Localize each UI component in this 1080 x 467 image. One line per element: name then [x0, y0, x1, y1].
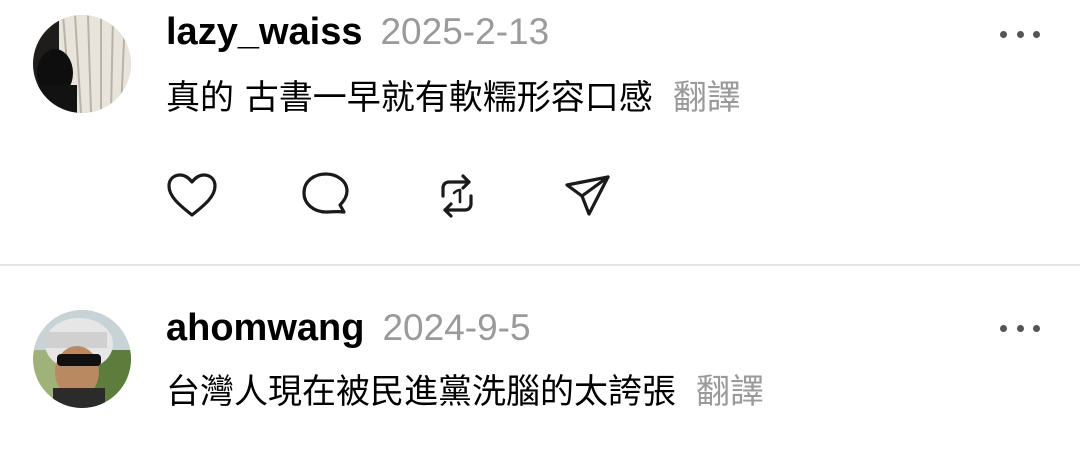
username-text[interactable]: ahomwang: [166, 307, 364, 349]
post-text: 真的 古書一早就有軟糯形容口感: [166, 78, 653, 118]
avatar-image: [33, 15, 131, 113]
timestamp: 2025-2-13: [380, 11, 550, 52]
username[interactable]: ahomwang 2024-9-5: [166, 307, 531, 349]
share-icon: [565, 175, 610, 216]
avatar[interactable]: [33, 310, 131, 408]
username[interactable]: lazy_waiss 2025-2-13: [166, 11, 550, 53]
username-text[interactable]: lazy_waiss: [166, 11, 362, 53]
more-options-icon[interactable]: [1000, 24, 1040, 44]
timestamp: 2024-9-5: [382, 307, 531, 348]
share-button[interactable]: [562, 172, 614, 220]
more-options-icon[interactable]: [1000, 318, 1040, 338]
avatar[interactable]: [33, 15, 131, 113]
heart-icon: [167, 173, 217, 217]
like-button[interactable]: [166, 172, 218, 220]
comment-button[interactable]: [300, 172, 352, 220]
post: ahomwang 2024-9-5 台灣人現在被民進黨洗腦的太誇張 翻譯: [0, 266, 1080, 467]
post-body: 台灣人現在被民進黨洗腦的太誇張 翻譯: [166, 372, 764, 412]
post-text: 台灣人現在被民進黨洗腦的太誇張: [166, 372, 676, 412]
avatar-image: [33, 310, 131, 408]
repost-icon: [441, 174, 473, 218]
translate-link[interactable]: 翻譯: [673, 78, 741, 118]
post: lazy_waiss 2025-2-13 真的 古書一早就有軟糯形容口感 翻譯: [0, 0, 1080, 264]
translate-link[interactable]: 翻譯: [696, 372, 764, 412]
post-body: 真的 古書一早就有軟糯形容口感 翻譯: [166, 78, 741, 118]
repost-button[interactable]: [431, 172, 483, 220]
comment-icon: [302, 172, 349, 214]
